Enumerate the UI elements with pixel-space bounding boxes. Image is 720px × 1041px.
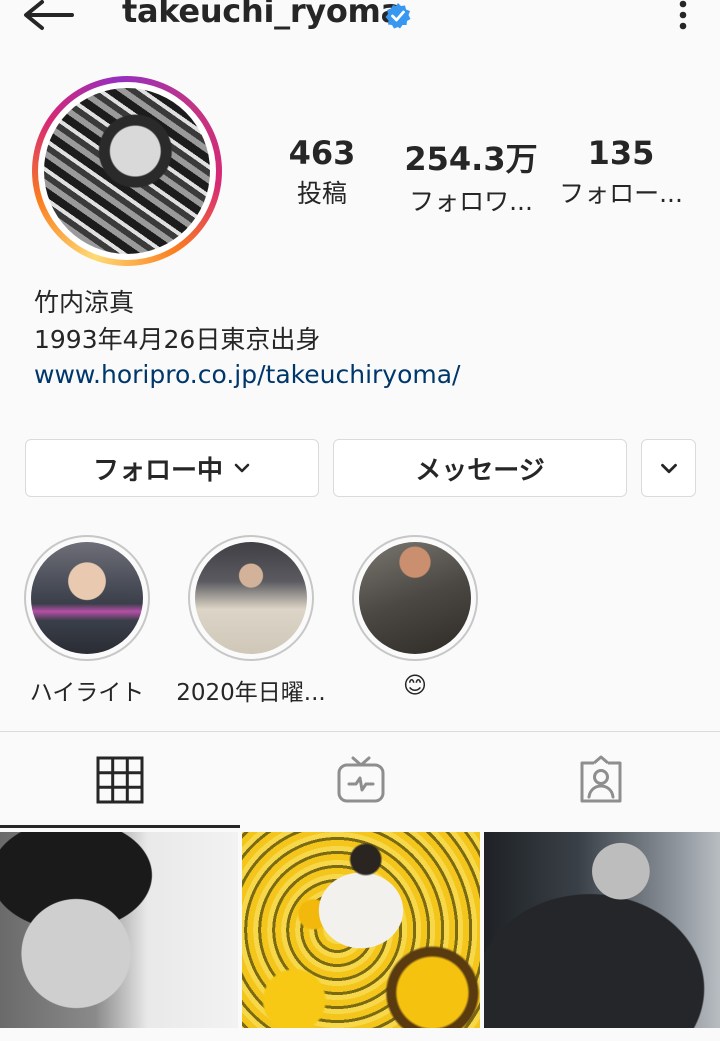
grid-icon[interactable]: [95, 755, 145, 805]
highlight-item[interactable]: ハイライト: [24, 535, 150, 706]
chevron-down-icon: [660, 463, 677, 473]
suggested-accounts-button[interactable]: [641, 439, 696, 497]
stat-posts[interactable]: 463 投稿: [276, 134, 368, 210]
top-bar: takeuchi_ryoma: [0, 0, 720, 40]
highlight-item[interactable]: 2020年日曜...: [176, 535, 326, 706]
post-thumbnail[interactable]: [242, 832, 480, 1028]
verified-badge-icon: [385, 3, 411, 29]
profile-username: takeuchi_ryoma: [122, 0, 402, 30]
highlight-ring: [352, 535, 478, 661]
highlight-ring: [188, 535, 314, 661]
avatar: [44, 88, 210, 254]
stat-following-count: 135: [587, 134, 655, 172]
more-vertical-icon[interactable]: [672, 0, 694, 34]
website-link[interactable]: www.horipro.co.jp/takeuchiryoma/: [34, 360, 460, 389]
stat-followers[interactable]: 254.3万 フォロワ...: [400, 134, 542, 218]
post-thumbnail[interactable]: [484, 832, 720, 1028]
post-image: [242, 832, 480, 1028]
highlight-cover: [31, 542, 143, 654]
story-ring[interactable]: [32, 76, 222, 266]
selected-tab-indicator: [0, 825, 240, 828]
arrow-left-icon[interactable]: [22, 0, 74, 34]
highlight-cover: [359, 542, 471, 654]
stat-posts-label: 投稿: [296, 179, 347, 208]
highlight-item[interactable]: 😊: [352, 535, 478, 699]
stat-following[interactable]: 135 フォロー...: [552, 134, 690, 210]
highlight-ring: [24, 535, 150, 661]
highlight-label: 😊: [403, 673, 427, 699]
following-button-label: フォロー中: [92, 455, 223, 486]
following-button[interactable]: フォロー中: [25, 439, 319, 497]
chevron-down-icon: [234, 463, 250, 473]
stat-followers-count: 254.3万: [404, 140, 538, 178]
highlight-label: 2020年日曜...: [176, 680, 326, 706]
tab-divider: [0, 731, 720, 732]
tagged-person-icon[interactable]: [576, 755, 626, 805]
igtv-icon[interactable]: [336, 755, 386, 805]
message-button[interactable]: メッセージ: [333, 439, 627, 497]
post-image: [0, 832, 238, 1028]
stat-following-label: フォロー...: [559, 179, 683, 208]
highlight-cover: [195, 542, 307, 654]
avatar-frame: [38, 82, 216, 260]
profile-name: 竹内涼真: [34, 288, 135, 317]
post-image: [484, 832, 720, 1028]
bio-text: 1993年4月26日東京出身: [34, 325, 321, 354]
stat-followers-label: フォロワ...: [409, 187, 533, 216]
highlight-label: ハイライト: [29, 680, 145, 706]
post-thumbnail[interactable]: [0, 832, 238, 1028]
message-button-label: メッセージ: [415, 455, 545, 486]
stat-posts-count: 463: [288, 134, 356, 172]
